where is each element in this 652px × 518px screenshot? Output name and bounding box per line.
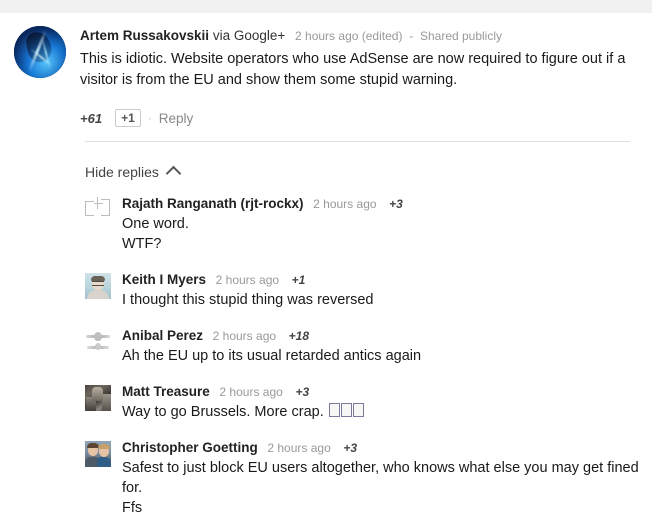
reply-text: I thought this stupid thing was reversed [122,292,374,308]
reply-body: Rajath Ranganath (rjt-rockx) 2 hours ago… [122,196,652,254]
reply-timestamp: 2 hours ago [219,385,283,399]
reply-author-name[interactable]: Christopher Goetting [122,440,258,455]
reply-item: Anibal Perez 2 hours ago +18 Ah the EU u… [85,328,652,366]
chevron-up-icon [165,165,182,182]
root-byline: Artem Russakovskii via Google+ 2 hours a… [80,27,632,45]
anibal-avatar[interactable] [85,329,111,355]
reply-timestamp: 2 hours ago [313,197,377,211]
comment-thread: Artem Russakovskii via Google+ 2 hours a… [0,13,652,518]
reply-plus-count: +3 [343,441,358,455]
reply-author-name[interactable]: Matt Treasure [122,384,210,399]
root-actions-row: +61 +1 · Reply [80,108,632,128]
reply-byline: Christopher Goetting 2 hours ago +3 [122,440,652,456]
missing-glyph-box [340,403,352,417]
reply-body: Keith I Myers 2 hours ago +1 I thought t… [122,272,652,310]
root-comment-text: This is idiotic. Website operators who u… [80,51,626,88]
plus-one-button[interactable]: +1 [115,109,141,127]
reply-text: One word. WTF? [122,216,189,252]
hide-replies-toggle[interactable]: Hide replies [85,164,182,182]
reply-timestamp: 2 hours ago [212,329,277,343]
action-separator: · [147,111,152,125]
reply-text-body: Way to go Brussels. More crap. [122,404,328,420]
matt-avatar[interactable] [85,385,111,411]
reply-timestamp: 2 hours ago [215,273,280,287]
root-visibility: Shared publicly [419,29,503,43]
root-comment: Artem Russakovskii via Google+ 2 hours a… [0,13,652,141]
missing-glyph-box [352,403,364,417]
reply-item: Keith I Myers 2 hours ago +1 I thought t… [85,272,652,310]
reply-button[interactable]: Reply [159,111,194,126]
root-author-via: via Google+ [212,28,286,43]
reply-text: Way to go Brussels. More crap. [122,402,642,422]
broken-image-icon[interactable] [85,197,111,223]
reply-body: Anibal Perez 2 hours ago +18 Ah the EU u… [122,328,652,366]
reply-byline: Matt Treasure 2 hours ago +3 [122,384,652,400]
reply-text: Ah the EU up to its usual retarded antic… [122,348,422,364]
christopher-avatar[interactable] [85,441,111,467]
reply-author-name[interactable]: Rajath Ranganath (rjt-rockx) [122,196,304,211]
reply-body: Christopher Goetting 2 hours ago +3 Safe… [122,440,652,518]
reply-author-name[interactable]: Anibal Perez [122,328,203,343]
reply-item: Christopher Goetting 2 hours ago +3 Safe… [85,440,652,518]
root-comment-body: Artem Russakovskii via Google+ 2 hours a… [80,24,632,141]
reply-author-name[interactable]: Keith I Myers [122,272,206,287]
root-author-name[interactable]: Artem Russakovskii [80,28,209,43]
reply-plus-count: +18 [288,329,310,343]
plus-count: +61 [80,110,103,126]
reply-byline: Rajath Ranganath (rjt-rockx) 2 hours ago… [122,196,652,212]
reply-byline: Anibal Perez 2 hours ago +18 [122,328,652,344]
root-timestamp: 2 hours ago (edited) [295,29,403,43]
reply-plus-count: +3 [295,385,310,399]
reply-byline: Keith I Myers 2 hours ago +1 [122,272,652,288]
keith-avatar[interactable] [85,273,111,299]
reply-body: Matt Treasure 2 hours ago +3 Way to go B… [122,384,652,422]
replies-list: Rajath Ranganath (rjt-rockx) 2 hours ago… [85,196,652,518]
reply-item: Matt Treasure 2 hours ago +3 Way to go B… [85,384,652,422]
hide-replies-label: Hide replies [85,164,159,180]
reply-timestamp: 2 hours ago [267,441,331,455]
reply-text: Safest to just block EU users altogether… [122,460,639,516]
reply-item: Rajath Ranganath (rjt-rockx) 2 hours ago… [85,196,652,254]
missing-glyph-box [328,403,340,417]
reply-plus-count: +1 [291,273,306,287]
comment-divider [85,141,630,142]
reply-plus-count: +3 [389,197,403,211]
top-gray-band [0,0,652,13]
missing-glyph-boxes [328,403,364,420]
byline-separator: - [409,29,414,43]
root-author-avatar[interactable] [14,26,66,78]
